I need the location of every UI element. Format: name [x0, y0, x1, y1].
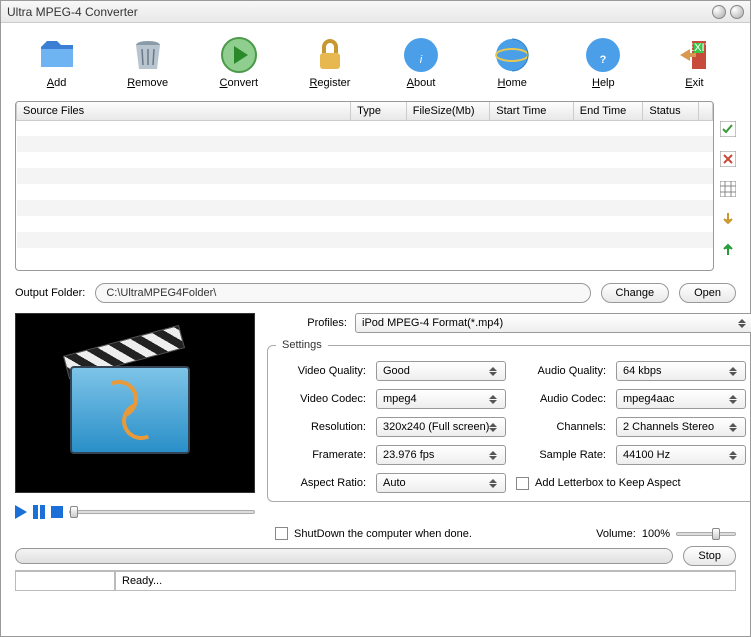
move-up-icon[interactable]: [720, 241, 736, 257]
channels-select[interactable]: 2 Channels Stereo: [616, 417, 746, 437]
channels-label: Channels:: [516, 421, 606, 433]
side-tool-strip: [720, 101, 736, 271]
audio-quality-select[interactable]: 64 kbps: [616, 361, 746, 381]
main-toolbar: Add Remove Convert Register i About Home…: [1, 23, 750, 101]
sample-rate-select[interactable]: 44100 Hz: [616, 445, 746, 465]
progress-bar: [15, 548, 673, 564]
play-button[interactable]: [15, 505, 27, 519]
col-source[interactable]: Source Files: [17, 102, 351, 120]
change-button[interactable]: Change: [601, 283, 670, 303]
help-icon: ?: [583, 35, 623, 75]
exit-button[interactable]: EXIT Exit: [654, 35, 734, 89]
home-button[interactable]: Home: [472, 35, 552, 89]
col-filesize[interactable]: FileSize(Mb): [406, 102, 490, 120]
window-title: Ultra MPEG-4 Converter: [7, 5, 708, 19]
video-codec-label: Video Codec:: [276, 393, 366, 405]
shutdown-label: ShutDown the computer when done.: [294, 528, 472, 540]
status-bar: Ready...: [15, 570, 736, 592]
audio-codec-select[interactable]: mpeg4aac: [616, 389, 746, 409]
add-label: dd: [54, 77, 66, 89]
resolution-select[interactable]: 320x240 (Full screen): [376, 417, 506, 437]
output-folder-input[interactable]: [95, 283, 590, 303]
source-files-table[interactable]: Source Files Type FileSize(Mb) Start Tim…: [15, 101, 714, 271]
settings-legend: Settings: [276, 339, 328, 351]
letterbox-checkbox[interactable]: [516, 477, 529, 490]
stop-playback-button[interactable]: [51, 506, 63, 518]
resolution-label: Resolution:: [276, 421, 366, 433]
profiles-select[interactable]: iPod MPEG-4 Format(*.mp4): [355, 313, 751, 333]
status-pane-1: [15, 571, 115, 591]
stop-button[interactable]: Stop: [683, 546, 736, 566]
about-button[interactable]: i About: [381, 35, 461, 89]
maximize-icon[interactable]: [730, 5, 744, 19]
sample-rate-label: Sample Rate:: [516, 449, 606, 461]
video-preview: [15, 313, 255, 493]
globe-icon: [492, 35, 532, 75]
aspect-ratio-label: Aspect Ratio:: [276, 477, 366, 489]
volume-label: Volume:: [596, 528, 636, 540]
convert-button[interactable]: Convert: [199, 35, 279, 89]
aspect-ratio-select[interactable]: Auto: [376, 473, 506, 493]
framerate-select[interactable]: 23.976 fps: [376, 445, 506, 465]
add-folder-icon: [37, 35, 77, 75]
output-folder-label: Output Folder:: [15, 287, 85, 299]
lock-icon: [310, 35, 350, 75]
profiles-label: Profiles:: [267, 317, 347, 329]
video-quality-select[interactable]: Good: [376, 361, 506, 381]
minimize-icon[interactable]: [712, 5, 726, 19]
svg-text:EXIT: EXIT: [687, 42, 712, 54]
letterbox-label: Add Letterbox to Keep Aspect: [535, 477, 681, 489]
check-all-icon[interactable]: [720, 121, 736, 137]
move-down-icon[interactable]: [720, 211, 736, 227]
title-bar: Ultra MPEG-4 Converter: [1, 1, 750, 23]
video-codec-select[interactable]: mpeg4: [376, 389, 506, 409]
info-icon: i: [401, 35, 441, 75]
seek-slider[interactable]: [69, 510, 255, 514]
remove-button[interactable]: Remove: [108, 35, 188, 89]
play-circle-icon: [219, 35, 259, 75]
shutdown-checkbox[interactable]: [275, 527, 288, 540]
col-start[interactable]: Start Time: [490, 102, 574, 120]
register-button[interactable]: Register: [290, 35, 370, 89]
audio-quality-label: Audio Quality:: [516, 365, 606, 377]
volume-slider[interactable]: [676, 532, 736, 536]
trash-icon: [128, 35, 168, 75]
svg-text:?: ?: [600, 54, 607, 66]
open-button[interactable]: Open: [679, 283, 736, 303]
add-button[interactable]: Add: [17, 35, 97, 89]
exit-door-icon: EXIT: [674, 35, 714, 75]
col-end[interactable]: End Time: [573, 102, 643, 120]
framerate-label: Framerate:: [276, 449, 366, 461]
audio-codec-label: Audio Codec:: [516, 393, 606, 405]
col-status[interactable]: Status: [643, 102, 699, 120]
help-button[interactable]: ? Help: [563, 35, 643, 89]
col-type[interactable]: Type: [351, 102, 407, 120]
status-ready: Ready...: [115, 571, 736, 591]
grid-icon[interactable]: [720, 181, 736, 197]
volume-value: 100%: [642, 528, 670, 540]
uncheck-all-icon[interactable]: [720, 151, 736, 167]
clapper-icon: [70, 348, 200, 458]
pause-button[interactable]: [33, 505, 45, 519]
settings-group: Settings Video Quality: Good Audio Quali…: [267, 339, 751, 502]
video-quality-label: Video Quality:: [276, 365, 366, 377]
